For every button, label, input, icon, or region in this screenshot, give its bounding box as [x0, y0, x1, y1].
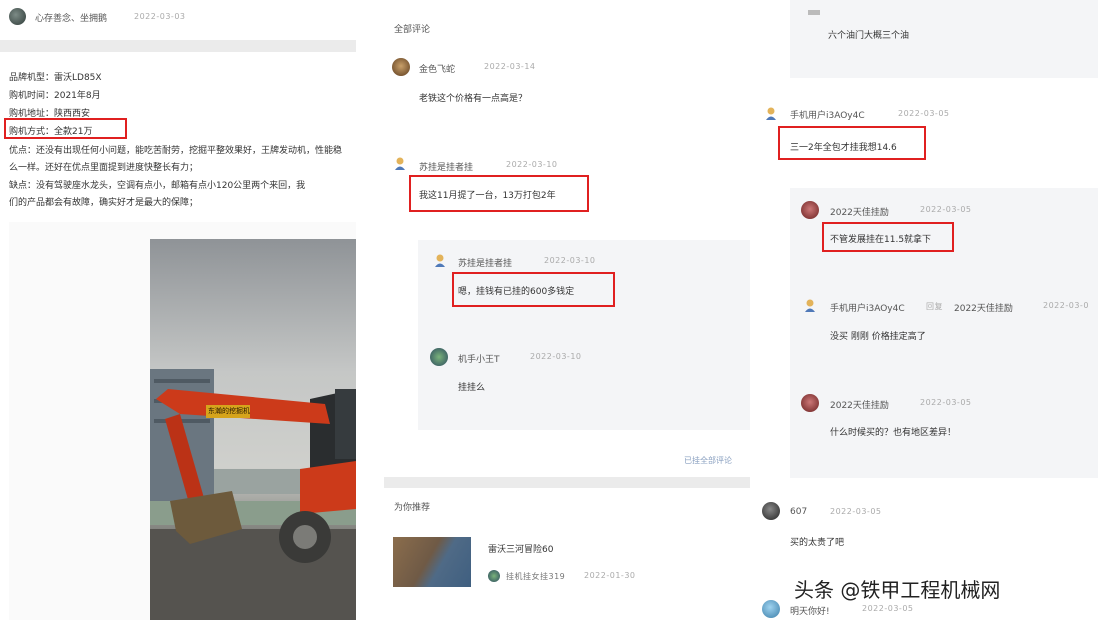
post-time: 2022-03-03	[134, 12, 186, 21]
left-panel: 心存善念、坐拥鹅 2022-03-03 品牌机型：雷沃LD85X 购机时间：20…	[0, 0, 356, 620]
reply-2-time: 2022-03-0	[1043, 301, 1089, 310]
reply-3-user[interactable]: 2022天佳挂励	[830, 398, 889, 411]
top-reply-text: 六个油门大概三个油	[828, 31, 910, 41]
excavator-photo[interactable]	[150, 239, 356, 620]
recommend-thumbnail[interactable]	[393, 537, 471, 587]
comment-3-avatar[interactable]	[762, 600, 780, 618]
machine-label: 东瀚的挖掘机	[208, 407, 250, 415]
view-all-comments-link[interactable]: 已挂全部评论	[684, 455, 732, 466]
reply-1-time: 2022-03-05	[920, 205, 972, 214]
highlight-box	[778, 126, 926, 160]
divider-bar	[384, 477, 750, 488]
excavator-illustration	[150, 369, 356, 620]
reply-1-user[interactable]: 苏挂是挂者挂	[458, 256, 512, 269]
comment-2-user[interactable]: 苏挂是挂者挂	[419, 160, 473, 173]
section-title: 全部评论	[394, 25, 431, 35]
reply-2-time: 2022-03-10	[530, 352, 582, 361]
top-reply-avatar	[808, 10, 820, 15]
cons-text: 缺点：没有驾驶座水龙头，空调有点小，邮箱有点小120公里两个来回，我	[9, 181, 306, 191]
info-model: 品牌机型：雷沃LD85X	[9, 73, 102, 83]
comment-3-time: 2022-03-05	[862, 604, 914, 613]
highlight-box	[822, 222, 954, 252]
recommend-author[interactable]: 挂机挂女挂319	[506, 571, 565, 582]
poster-avatar[interactable]	[9, 8, 26, 25]
comment-2-avatar[interactable]	[394, 157, 406, 171]
watermark: 头条 @铁甲工程机械网	[794, 578, 1001, 602]
reply-1-time: 2022-03-10	[544, 256, 596, 265]
highlight-box	[409, 175, 589, 212]
comment-time: 2022-03-05	[898, 109, 950, 118]
comment-1-text: 老铁这个价格有一点高是？	[419, 94, 528, 104]
comment-user[interactable]: 手机用户i3AOy4C	[790, 108, 865, 121]
pros-text-2: 么一样。还好在优点里面提到进度快整长有力；	[9, 163, 199, 173]
reply-2-avatar[interactable]	[430, 348, 448, 366]
highlight-box	[4, 118, 127, 139]
reply-3-time: 2022-03-05	[920, 398, 972, 407]
reply-1-avatar[interactable]	[801, 201, 819, 219]
divider-bar	[0, 40, 356, 52]
comment-1-time: 2022-03-14	[484, 62, 536, 71]
recommend-item-title[interactable]: 雷沃三河冒险60	[488, 542, 553, 555]
reply-2-user[interactable]: 机手小王T	[458, 352, 500, 365]
reply-2-avatar[interactable]	[804, 298, 816, 312]
comment-2-time: 2022-03-10	[506, 160, 558, 169]
recommend-time: 2022-01-30	[584, 571, 636, 580]
reply-2-to-user[interactable]: 2022天佳挂励	[954, 301, 1013, 314]
recommend-author-avatar	[488, 570, 500, 582]
comment-3-user[interactable]: 明天你好!	[790, 604, 830, 617]
middle-panel: 全部评论 金色飞蛇 2022-03-14 老铁这个价格有一点高是？ 苏挂是挂者挂…	[384, 0, 752, 620]
reply-1-user[interactable]: 2022天佳挂励	[830, 205, 889, 218]
reply-2-text: 没买 刚刚 价格挂定高了	[830, 332, 926, 342]
reply-3-avatar[interactable]	[801, 394, 819, 412]
cons-text-2: 们的产品都会有故障，确实好才是最大的保障；	[9, 198, 199, 208]
reply-2-via: 回复	[926, 302, 943, 311]
right-panel: 六个油门大概三个油 手机用户i3AOy4C 2022-03-05 三一2年全包才…	[756, 0, 1100, 620]
reply-3-text: 什么时候买的？也有地区差异！	[830, 428, 957, 438]
comment-2-user[interactable]: 607	[790, 507, 807, 517]
recommend-title: 为你推荐	[394, 503, 431, 513]
highlight-box	[452, 272, 615, 307]
poster-name[interactable]: 心存善念、坐拥鹅	[35, 11, 107, 24]
comment-1-user[interactable]: 金色飞蛇	[419, 62, 455, 75]
comment-2-text: 买的太贵了吧	[790, 538, 845, 548]
pros-text: 优点：还没有出现任何小问题，能吃苦耐劳，挖掘平整效果好，王牌发动机，性能稳	[9, 146, 343, 156]
comment-avatar[interactable]	[765, 106, 777, 120]
info-purchase-date: 购机时间：2021年8月	[9, 91, 101, 101]
comment-2-avatar[interactable]	[762, 502, 780, 520]
reply-2-user[interactable]: 手机用户i3AOy4C	[830, 301, 905, 314]
comment-1-avatar[interactable]	[392, 58, 410, 76]
comment-2-time: 2022-03-05	[830, 507, 882, 516]
reply-2-text: 挂挂么	[458, 383, 486, 393]
reply-1-avatar[interactable]	[434, 253, 446, 267]
